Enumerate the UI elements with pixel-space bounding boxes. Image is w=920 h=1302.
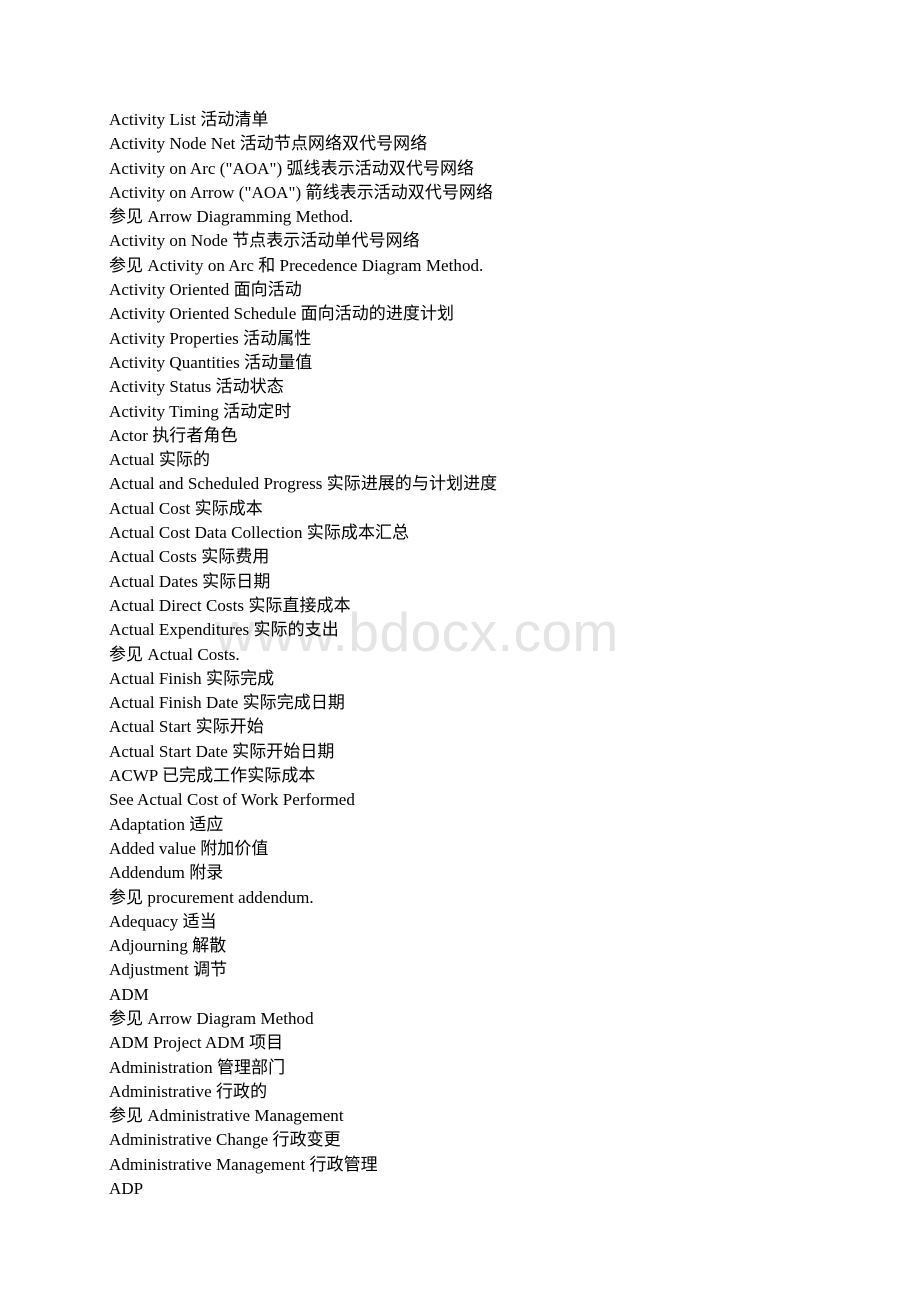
glossary-entry: Activity List 活动清单 — [109, 110, 269, 129]
glossary-entry: ADP — [109, 1179, 144, 1199]
glossary-entry: 参见 Activity on Arc 和 Precedence Diagram … — [109, 255, 484, 275]
glossary-entry: Activity on Node 节点表示活动单代号网络 — [109, 231, 420, 251]
glossary-entry: 参见 Arrow Diagramming Method. — [109, 207, 354, 227]
glossary-entry: Activity Properties 活动属性 — [109, 328, 312, 348]
glossary-entry: Activity Oriented Schedule 面向活动的进度计划 — [109, 304, 455, 324]
glossary-entry: Adaptation 适应 — [109, 814, 224, 834]
glossary-entry: Added value 附加价值 — [109, 838, 269, 858]
glossary-entry: ADM Project ADM 项目 — [109, 1033, 284, 1053]
glossary-entry: Actual Finish 实际完成 — [109, 668, 275, 688]
glossary-entry: Activity on Arrow ("AOA") 箭线表示活动双代号网络 — [109, 182, 494, 202]
glossary-entry: 参见 Arrow Diagram Method — [109, 1008, 314, 1028]
glossary-entry: Actual 实际的 — [109, 450, 211, 470]
glossary-entry: Actual Start Date 实际开始日期 — [109, 741, 335, 761]
glossary-entry: Activity Status 活动状态 — [109, 377, 284, 397]
glossary-entry: See Actual Cost of Work Performed — [109, 790, 355, 810]
glossary-entry: Activity Oriented 面向活动 — [109, 280, 302, 300]
glossary-entry: Adjourning 解散 — [109, 936, 227, 956]
glossary-entry: Addendum 附录 — [109, 863, 224, 883]
glossary-entry: ADM — [109, 984, 149, 1004]
glossary-entry: Actual Expenditures 实际的支出 — [109, 620, 339, 640]
glossary-entry: Activity Quantities 活动量值 — [109, 352, 313, 372]
glossary-entry: Adjustment 调节 — [109, 960, 228, 980]
document-page: www.bdocx.com Activity List 活动清单 Activity… — [0, 0, 920, 1302]
glossary-entry: Actual Start 实际开始 — [109, 717, 264, 737]
glossary-entry: Administrative Management 行政管理 — [109, 1154, 378, 1174]
glossary-entry: 参见 procurement addendum. — [109, 887, 314, 907]
glossary-entry: Actual Costs 实际费用 — [109, 547, 270, 567]
glossary-entry: Actual Finish Date 实际完成日期 — [109, 693, 345, 713]
glossary-entry: Actual Cost 实际成本 — [109, 498, 263, 518]
glossary-entry: Administration 管理部门 — [109, 1057, 286, 1077]
glossary-entry: Administrative Change 行政变更 — [109, 1130, 341, 1150]
glossary-entry: Activity Node Net 活动节点网络双代号网络 — [109, 134, 428, 154]
glossary-entry: Actual Dates 实际日期 — [109, 571, 271, 591]
glossary-entry: Adequacy 适当 — [109, 911, 217, 931]
glossary-entry: 参见 Administrative Management — [109, 1106, 344, 1126]
glossary-entry: Actual Cost Data Collection 实际成本汇总 — [109, 523, 410, 543]
glossary-entry: Activity on Arc ("AOA") 弧线表示活动双代号网络 — [109, 158, 475, 178]
glossary-entry: Actual and Scheduled Progress 实际进展的与计划进度 — [109, 474, 498, 494]
glossary-entry: Administrative 行政的 — [109, 1081, 268, 1101]
glossary-entry: Actor 执行者角色 — [109, 425, 238, 445]
glossary-entry: ACWP 已完成工作实际成本 — [109, 766, 316, 786]
glossary-entry-list: Activity List 活动清单 Activity Node Net 活动节点… — [109, 108, 869, 1201]
glossary-entry: Activity Timing 活动定时 — [109, 401, 292, 421]
glossary-entry: 参见 Actual Costs. — [109, 644, 240, 664]
glossary-entry: Actual Direct Costs 实际直接成本 — [109, 595, 351, 615]
